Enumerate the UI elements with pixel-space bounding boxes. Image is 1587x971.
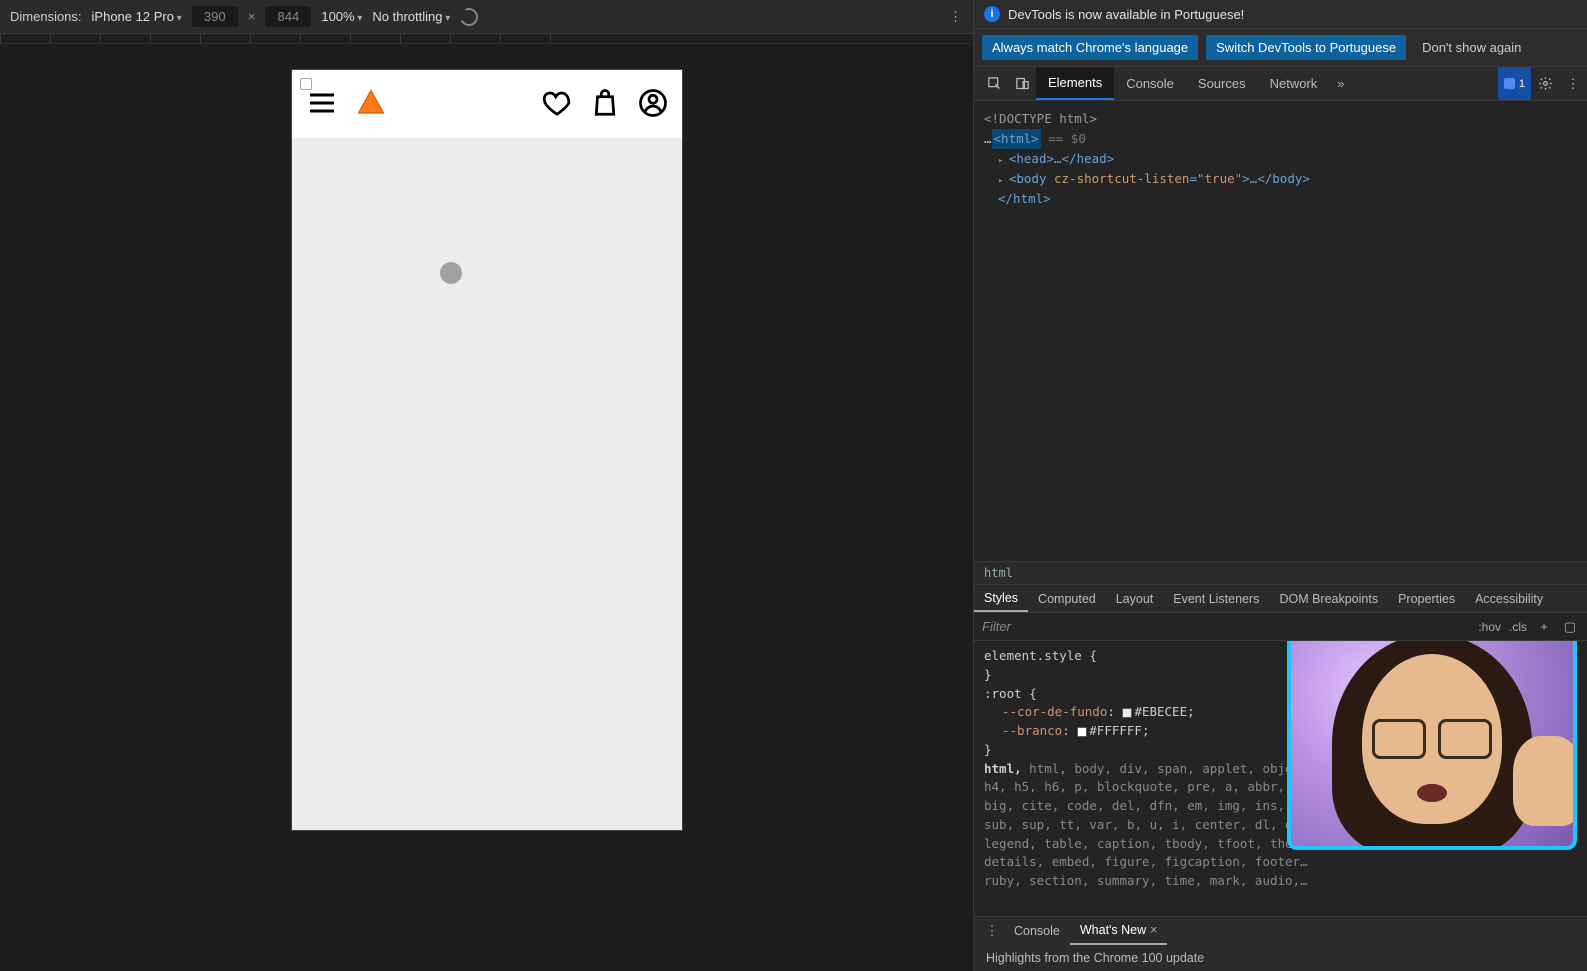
zoom-select[interactable]: 100% — [321, 9, 362, 24]
device-select[interactable]: iPhone 12 Pro — [92, 9, 182, 24]
infobar-actions: Always match Chrome's language Switch De… — [974, 29, 1587, 67]
subtab-computed[interactable]: Computed — [1028, 585, 1106, 612]
subtab-event-listeners[interactable]: Event Listeners — [1163, 585, 1269, 612]
drawer-body: Highlights from the Chrome 100 update — [974, 945, 1587, 971]
dimensions-label: Dimensions: — [10, 9, 82, 24]
inspect-icon[interactable] — [980, 67, 1008, 100]
tab-console[interactable]: Console — [1114, 67, 1186, 100]
webcam-overlay — [1287, 641, 1577, 850]
dim-sep: × — [248, 9, 256, 24]
ruler — [0, 34, 973, 44]
dom-html-close: </html> — [984, 189, 1577, 209]
computed-toggle-icon[interactable]: ▢ — [1561, 619, 1579, 635]
new-style-rule-icon[interactable]: + — [1535, 619, 1553, 634]
throttling-select[interactable]: No throttling — [372, 9, 450, 24]
drawer-tab-whats-new[interactable]: What's New × — [1070, 917, 1168, 945]
devtools-panel: i DevTools is now available in Portugues… — [973, 0, 1587, 971]
rotate-icon[interactable] — [458, 5, 481, 28]
account-icon[interactable] — [638, 88, 668, 121]
viewport-area — [0, 44, 973, 971]
drawer-menu-icon[interactable]: ⋮ — [980, 917, 1004, 945]
close-icon[interactable]: × — [1150, 923, 1157, 937]
heart-icon[interactable] — [542, 88, 572, 121]
styles-subtabs: Styles Computed Layout Event Listeners D… — [974, 585, 1587, 613]
always-match-button[interactable]: Always match Chrome's language — [982, 35, 1198, 60]
dom-doctype: <!DOCTYPE html> — [984, 111, 1097, 126]
subtab-styles[interactable]: Styles — [974, 585, 1028, 612]
hamburger-icon[interactable] — [306, 87, 338, 122]
device-preview-pane: Dimensions: iPhone 12 Pro 390 × 844 100%… — [0, 0, 973, 971]
tabs-overflow-icon[interactable]: » — [1329, 67, 1352, 100]
switch-language-button[interactable]: Switch DevTools to Portuguese — [1206, 35, 1406, 60]
tab-elements[interactable]: Elements — [1036, 67, 1114, 100]
devtools-tabs: Elements Console Sources Network » 1 ⋮ — [974, 67, 1587, 101]
dom-head-row[interactable]: <head>…</head> — [984, 149, 1577, 169]
styles-filterbar: Filter :hov .cls + ▢ — [974, 613, 1587, 641]
tab-network[interactable]: Network — [1258, 67, 1330, 100]
info-icon: i — [984, 6, 1000, 22]
cls-toggle[interactable]: .cls — [1509, 620, 1527, 634]
dom-tree[interactable]: <!DOCTYPE html> …<html> == $0 <head>…</h… — [974, 101, 1587, 561]
subtab-properties[interactable]: Properties — [1388, 585, 1465, 612]
devtools-menu-icon[interactable]: ⋮ — [1559, 67, 1587, 100]
settings-gear-icon[interactable] — [1531, 67, 1559, 100]
devtools-infobar: i DevTools is now available in Portugues… — [974, 0, 1587, 29]
checkbox-icon[interactable] — [300, 78, 312, 90]
styles-pane[interactable]: element.style { } :root { --cor-de-fundo… — [974, 641, 1587, 916]
subtab-dom-breakpoints[interactable]: DOM Breakpoints — [1269, 585, 1388, 612]
device-toggle-icon[interactable] — [1008, 67, 1036, 100]
touch-indicator-icon — [440, 262, 462, 284]
height-input[interactable]: 844 — [265, 6, 311, 27]
drawer-tab-console[interactable]: Console — [1004, 917, 1070, 945]
subtab-layout[interactable]: Layout — [1106, 585, 1164, 612]
mobile-header — [292, 70, 682, 138]
device-toolbar-menu-icon[interactable]: ⋮ — [949, 9, 963, 25]
drawer-tabs: ⋮ Console What's New × — [974, 917, 1587, 945]
hov-toggle[interactable]: :hov — [1478, 620, 1501, 634]
dismiss-button[interactable]: Don't show again — [1414, 35, 1529, 60]
tab-sources[interactable]: Sources — [1186, 67, 1258, 100]
drawer: ⋮ Console What's New × Highlights from t… — [974, 916, 1587, 971]
dom-body-row[interactable]: <body cz-shortcut-listen="true">…</body> — [984, 169, 1577, 189]
filter-input[interactable]: Filter — [982, 619, 1470, 634]
device-frame[interactable] — [292, 70, 682, 830]
issues-badge[interactable]: 1 — [1498, 67, 1531, 100]
width-input[interactable]: 390 — [192, 6, 238, 27]
device-toolbar: Dimensions: iPhone 12 Pro 390 × 844 100%… — [0, 0, 973, 34]
dom-html-row[interactable]: …<html> == $0 — [984, 131, 1086, 146]
subtab-accessibility[interactable]: Accessibility — [1465, 585, 1553, 612]
breadcrumb[interactable]: html — [974, 561, 1587, 585]
shopping-bag-icon[interactable] — [590, 88, 620, 121]
infobar-message: DevTools is now available in Portuguese! — [1008, 7, 1244, 22]
logo-icon[interactable] — [356, 88, 386, 121]
